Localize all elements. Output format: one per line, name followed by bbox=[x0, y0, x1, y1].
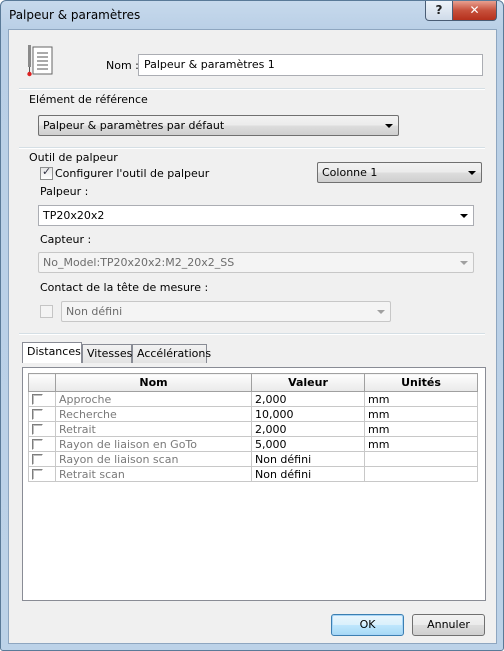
row-unit: mm bbox=[364, 391, 478, 407]
table-row[interactable]: Approche 2,000 mm bbox=[28, 391, 478, 407]
probe-selected: TP20x20x2 bbox=[43, 209, 105, 222]
row-checkbox[interactable] bbox=[32, 469, 43, 480]
parameters-table: Nom Valeur Unités Approche 2,000 mm Rech… bbox=[28, 373, 478, 482]
row-unit: mm bbox=[364, 406, 478, 422]
table-row[interactable]: Rayon de liaison scan Non défini bbox=[28, 451, 478, 467]
dialog-window: Palpeur & paramètres ? ✕ Nom : Palpeur &… bbox=[0, 0, 504, 651]
name-value: Palpeur & paramètres 1 bbox=[144, 58, 275, 71]
probe-settings-icon bbox=[27, 45, 53, 77]
probe-tool-group-label: Outil de palpeur bbox=[29, 151, 118, 164]
row-value[interactable]: 2,000 bbox=[251, 391, 365, 407]
name-field[interactable]: Palpeur & paramètres 1 bbox=[138, 54, 483, 76]
close-icon: ✕ bbox=[469, 3, 480, 17]
separator bbox=[19, 333, 485, 335]
close-button[interactable]: ✕ bbox=[452, 1, 497, 21]
row-checkbox[interactable] bbox=[32, 439, 43, 450]
contact-selected: Non défini bbox=[66, 305, 123, 318]
row-name: Retrait scan bbox=[55, 466, 252, 482]
chevron-down-icon bbox=[377, 310, 385, 314]
tab-label: Vitesses bbox=[87, 347, 133, 360]
dialog-content: Nom : Palpeur & paramètres 1 Elément de … bbox=[8, 29, 497, 644]
chevron-down-icon bbox=[460, 214, 468, 218]
table-row[interactable]: Recherche 10,000 mm bbox=[28, 406, 478, 422]
row-unit: mm bbox=[364, 436, 478, 452]
contact-dropdown: Non défini bbox=[61, 301, 391, 322]
sensor-selected: No_Model:TP20x20x2:M2_20x2_SS bbox=[43, 256, 235, 269]
row-value[interactable]: Non défini bbox=[251, 466, 365, 482]
chevron-down-icon bbox=[468, 171, 476, 175]
tab-accelerations[interactable]: Accélérations bbox=[132, 344, 211, 363]
column-dropdown[interactable]: Colonne 1 bbox=[317, 162, 482, 183]
reference-selected: Palpeur & paramètres par défaut bbox=[43, 119, 225, 132]
sensor-label: Capteur : bbox=[40, 233, 92, 246]
separator bbox=[19, 88, 485, 90]
row-value[interactable]: 10,000 bbox=[251, 406, 365, 422]
title-bar[interactable]: Palpeur & paramètres ? ✕ bbox=[1, 1, 503, 29]
column-header-name[interactable]: Nom bbox=[55, 373, 252, 392]
sensor-dropdown: No_Model:TP20x20x2:M2_20x2_SS bbox=[38, 252, 474, 273]
row-unit bbox=[364, 451, 478, 467]
reference-group-label: Elément de référence bbox=[29, 93, 148, 106]
ok-label: OK bbox=[359, 618, 376, 631]
row-unit: mm bbox=[364, 421, 478, 437]
configure-probe-checkbox[interactable]: ✓ bbox=[40, 165, 53, 180]
row-value[interactable]: 2,000 bbox=[251, 421, 365, 437]
row-value[interactable]: Non défini bbox=[251, 451, 365, 467]
table-header-row: Nom Valeur Unités bbox=[28, 373, 478, 392]
column-header-value[interactable]: Valeur bbox=[251, 373, 365, 392]
column-header-unit[interactable]: Unités bbox=[364, 373, 478, 392]
contact-checkbox bbox=[40, 305, 53, 318]
probe-label: Palpeur : bbox=[40, 185, 89, 198]
name-label: Nom : bbox=[106, 59, 139, 72]
row-name: Recherche bbox=[55, 406, 252, 422]
column-header-select bbox=[28, 373, 56, 392]
help-button[interactable]: ? bbox=[425, 1, 453, 21]
separator bbox=[19, 147, 485, 149]
contact-label: Contact de la tête de mesure : bbox=[40, 281, 209, 294]
row-name: Rayon de liaison en GoTo bbox=[55, 436, 252, 452]
row-value[interactable]: 5,000 bbox=[251, 436, 365, 452]
help-icon: ? bbox=[435, 3, 443, 17]
row-checkbox[interactable] bbox=[32, 424, 43, 435]
row-checkbox[interactable] bbox=[32, 454, 43, 465]
row-checkbox[interactable] bbox=[32, 394, 43, 405]
checkmark-icon: ✓ bbox=[42, 165, 52, 178]
row-name: Approche bbox=[55, 391, 252, 407]
chevron-down-icon bbox=[460, 261, 468, 265]
tab-vitesses[interactable]: Vitesses bbox=[82, 344, 132, 363]
reference-dropdown[interactable]: Palpeur & paramètres par défaut bbox=[38, 115, 399, 136]
table-row[interactable]: Retrait scan Non défini bbox=[28, 466, 478, 482]
row-name: Retrait bbox=[55, 421, 252, 437]
cancel-button[interactable]: Annuler bbox=[412, 614, 485, 636]
row-checkbox[interactable] bbox=[32, 409, 43, 420]
tab-label: Distances bbox=[27, 345, 81, 358]
window-title: Palpeur & paramètres bbox=[9, 8, 141, 22]
chevron-down-icon bbox=[385, 124, 393, 128]
tab-distances[interactable]: Distances bbox=[22, 342, 82, 363]
column-selected: Colonne 1 bbox=[322, 166, 378, 179]
ok-button[interactable]: OK bbox=[331, 614, 404, 636]
configure-probe-label: Configurer l'outil de palpeur bbox=[55, 167, 210, 180]
cancel-label: Annuler bbox=[427, 618, 470, 631]
row-unit bbox=[364, 466, 478, 482]
tab-label: Accélérations bbox=[137, 347, 212, 360]
row-name: Rayon de liaison scan bbox=[55, 451, 252, 467]
table-row[interactable]: Rayon de liaison en GoTo 5,000 mm bbox=[28, 436, 478, 452]
distances-panel: Nom Valeur Unités Approche 2,000 mm Rech… bbox=[22, 367, 486, 601]
table-row[interactable]: Retrait 2,000 mm bbox=[28, 421, 478, 437]
probe-dropdown[interactable]: TP20x20x2 bbox=[38, 205, 474, 226]
